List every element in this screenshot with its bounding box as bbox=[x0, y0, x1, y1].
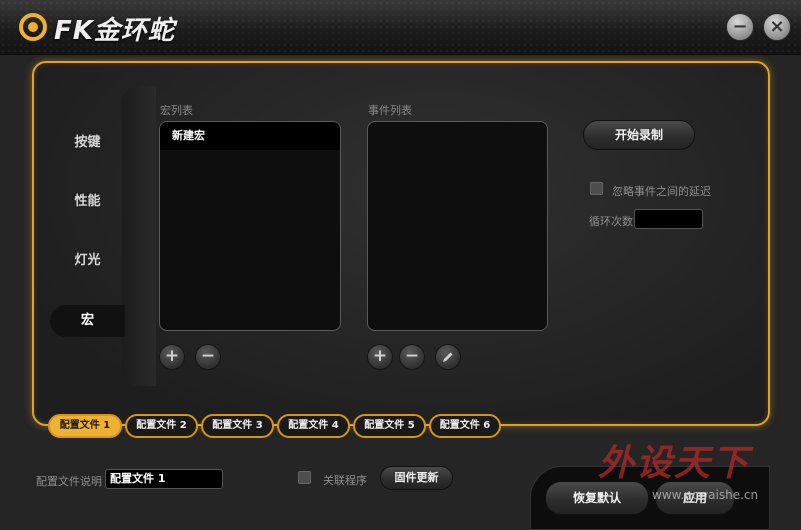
loop-count-input[interactable] bbox=[634, 209, 703, 229]
add-event-button[interactable]: + bbox=[367, 344, 393, 370]
restore-default-button[interactable]: 恢复默认 bbox=[545, 481, 649, 515]
main-window: FK金环蛇 − × 按键 性能 灯光 宏 宏列表 新建宏 + − 事件列表 + … bbox=[0, 0, 801, 530]
sidebar-item-macro[interactable]: 宏 bbox=[50, 305, 125, 337]
macro-list-label: 宏列表 bbox=[160, 104, 193, 117]
list-item[interactable]: 新建宏 bbox=[160, 122, 340, 150]
tab-profile-6[interactable]: 配置文件 6 bbox=[429, 414, 501, 438]
event-list[interactable] bbox=[367, 121, 548, 331]
event-list-label: 事件列表 bbox=[368, 104, 412, 117]
start-record-button[interactable]: 开始录制 bbox=[583, 120, 695, 150]
tab-profile-2[interactable]: 配置文件 2 bbox=[125, 414, 198, 438]
link-program-checkbox[interactable] bbox=[298, 471, 311, 484]
watermark-text: 外设天下 bbox=[598, 442, 751, 484]
sidebar-divider bbox=[122, 86, 156, 386]
sidebar-item-keys[interactable]: 按键 bbox=[50, 127, 125, 159]
edit-event-button[interactable] bbox=[435, 344, 461, 370]
firmware-update-button[interactable]: 固件更新 bbox=[380, 466, 453, 490]
sidebar-item-lighting[interactable]: 灯光 bbox=[50, 245, 125, 277]
pencil-icon bbox=[443, 352, 453, 362]
tab-profile-3[interactable]: 配置文件 3 bbox=[201, 414, 274, 438]
title-bar[interactable]: FK金环蛇 − × bbox=[0, 0, 801, 55]
tab-profile-5[interactable]: 配置文件 5 bbox=[353, 414, 426, 438]
loop-count-label: 循环次数 bbox=[589, 215, 633, 228]
app-title: FK金环蛇 bbox=[54, 16, 175, 46]
profile-description-label: 配置文件说明 bbox=[36, 475, 102, 488]
link-program-label: 关联程序 bbox=[323, 474, 367, 487]
sidebar-item-performance[interactable]: 性能 bbox=[50, 186, 125, 218]
watermark-url: www.pcwaishe.cn bbox=[652, 488, 759, 502]
add-macro-button[interactable]: + bbox=[159, 344, 185, 370]
ignore-delay-checkbox[interactable] bbox=[590, 182, 603, 195]
logo-icon bbox=[19, 13, 47, 41]
minimize-button[interactable]: − bbox=[726, 13, 754, 41]
remove-event-button[interactable]: − bbox=[399, 344, 425, 370]
remove-macro-button[interactable]: − bbox=[195, 344, 221, 370]
ignore-delay-label: 忽略事件之间的延迟 bbox=[612, 185, 711, 198]
profile-description-input[interactable]: 配置文件 1 bbox=[105, 469, 223, 489]
macro-list[interactable]: 新建宏 bbox=[159, 121, 341, 331]
tab-profile-1[interactable]: 配置文件 1 bbox=[48, 414, 122, 438]
close-button[interactable]: × bbox=[763, 13, 791, 41]
tab-profile-4[interactable]: 配置文件 4 bbox=[277, 414, 350, 438]
